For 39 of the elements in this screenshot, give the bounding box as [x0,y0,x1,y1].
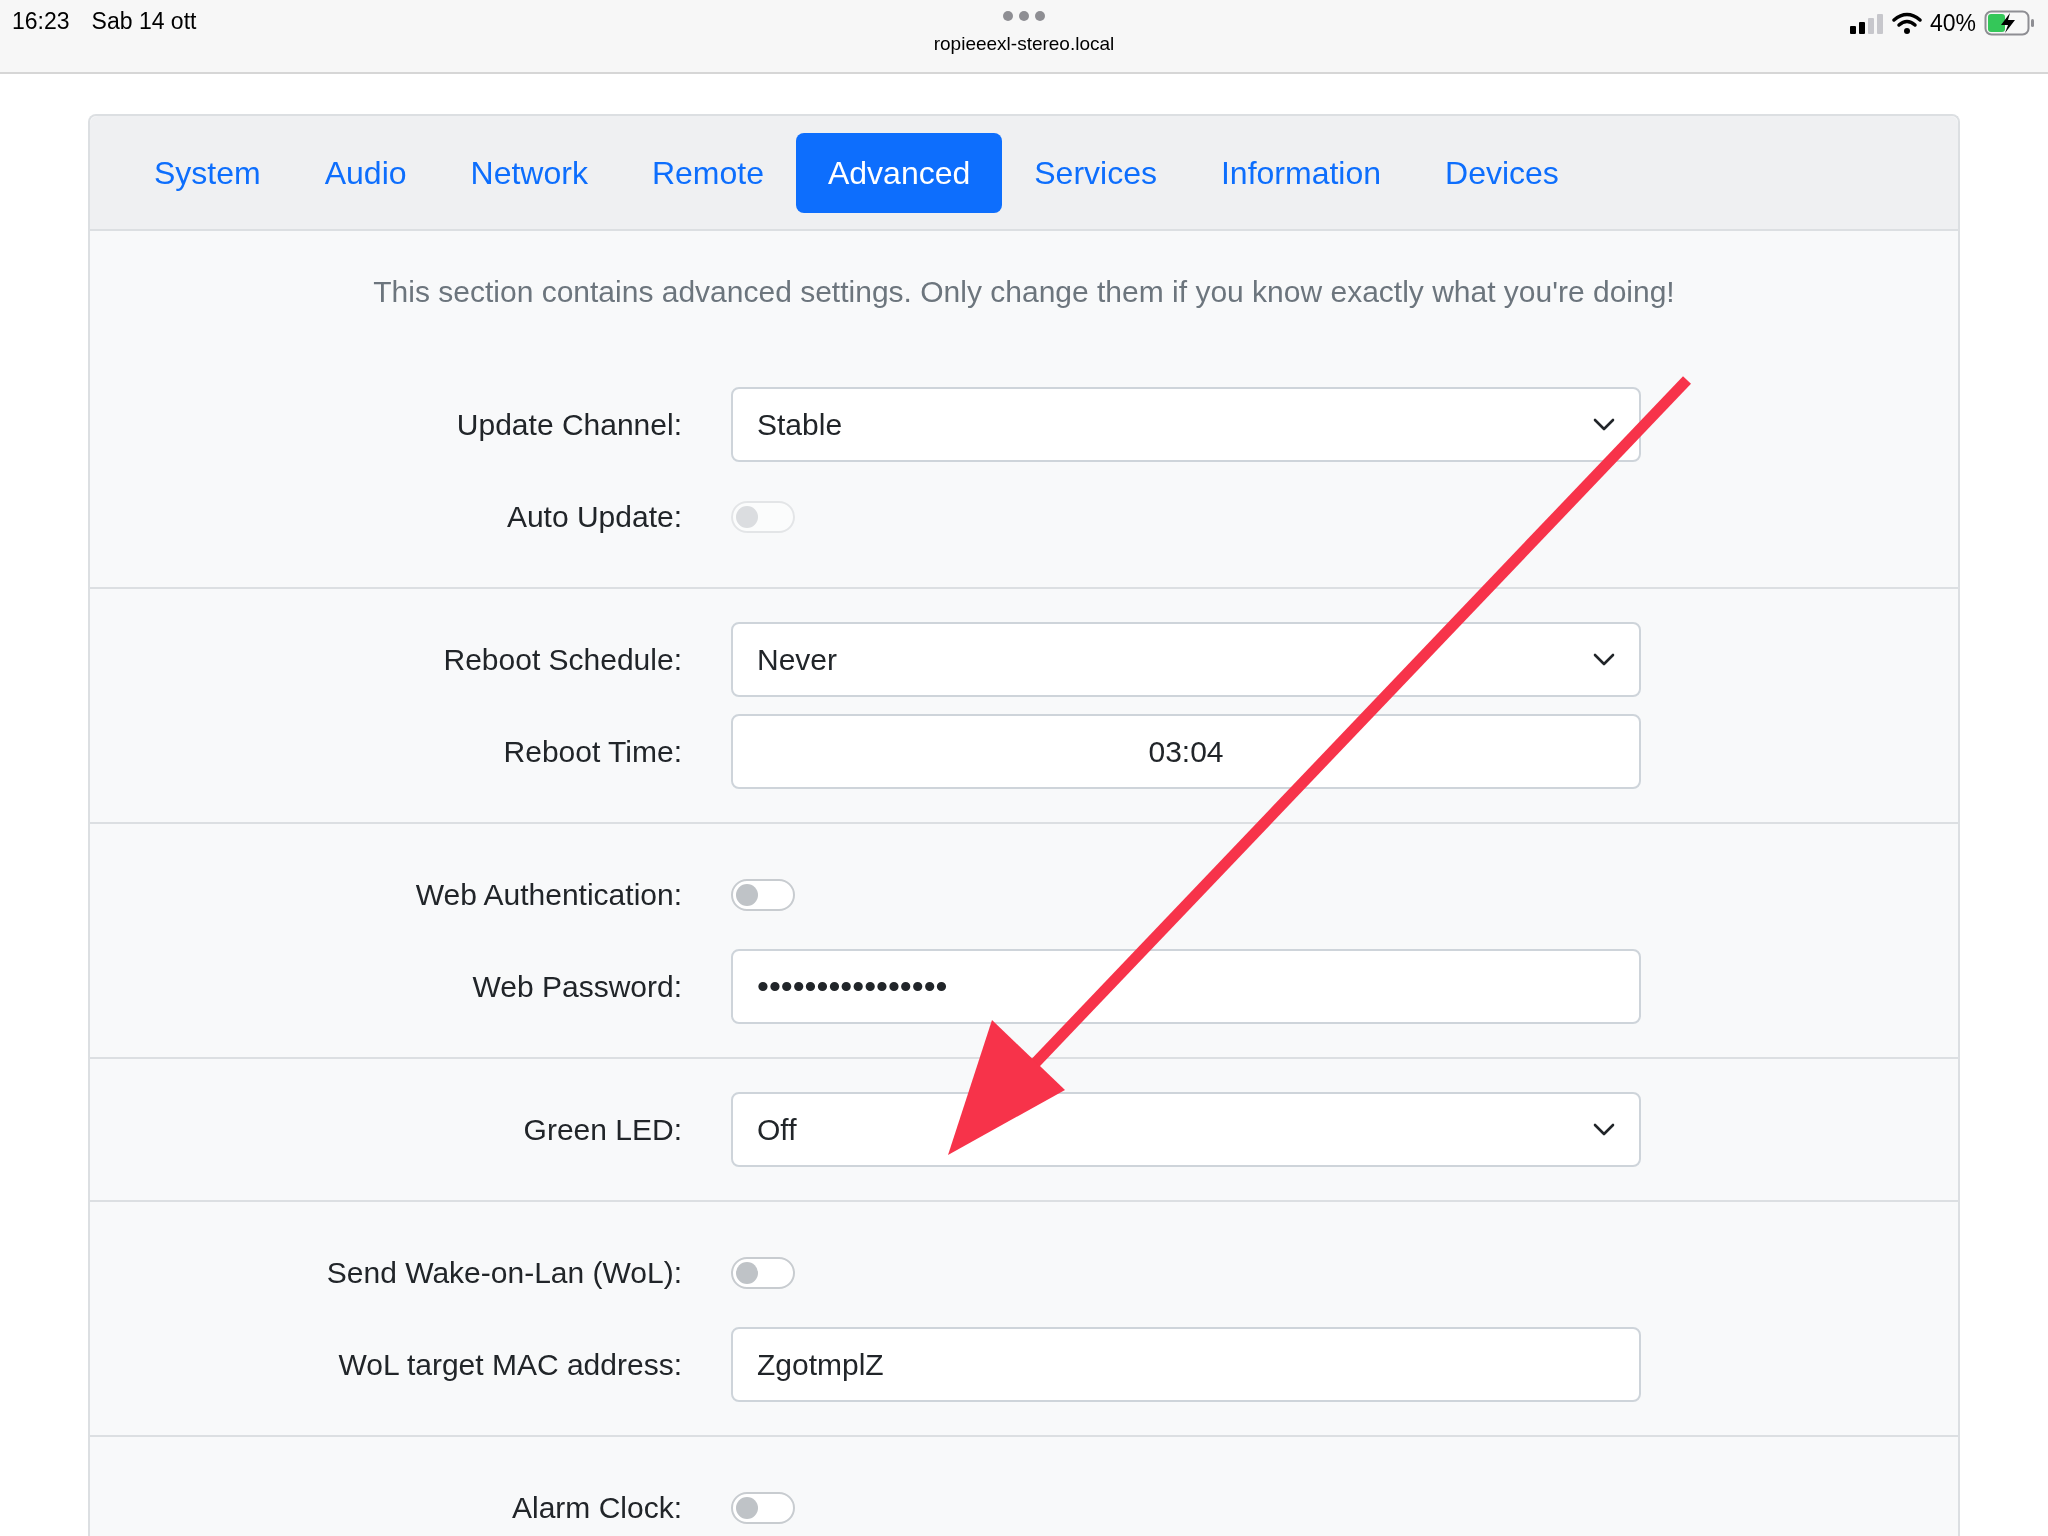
chevron-down-icon [1593,652,1615,667]
toggle-switch[interactable] [731,1491,795,1524]
password-input-field[interactable]: •••••••••••••••• [731,949,1641,1024]
text-input-field[interactable]: ZgotmplZ [731,1327,1641,1402]
dropdown-select[interactable]: Off [731,1092,1641,1167]
time-input-field[interactable]: 03:04 [731,714,1641,789]
chevron-down-icon [1593,417,1615,432]
tab[interactable]: Network [438,132,620,213]
field-label: Web Authentication: [415,877,682,913]
tab[interactable]: Audio [292,132,439,213]
field-label: Alarm Clock: [511,1490,682,1526]
dropdown-select[interactable]: Never [731,622,1641,697]
tab[interactable]: Information [1188,132,1414,213]
more-dots-icon[interactable] [1002,10,1046,22]
field-label: Green LED: [523,1112,682,1148]
dropdown-select[interactable]: Stable [731,387,1641,462]
tab[interactable]: Remote [619,132,796,213]
chevron-down-icon [1593,1122,1615,1137]
field-label: Web Password: [472,969,682,1005]
tab[interactable]: System [122,132,293,213]
intro-text: This section contains advanced settings. Only change them if you know exactly what you're doing! [372,274,1676,310]
signal-icon [1847,12,1884,35]
tab[interactable]: Devices [1413,132,1591,213]
url-text[interactable]: ropieeexl-stereo.local [933,30,1115,59]
battery-percent: 40% [1929,9,1976,38]
field-label: WoL target MAC address: [338,1347,682,1383]
status-date: Sab 14 ott [91,7,197,36]
field-label: Update Channel: [456,407,682,443]
wifi-icon [1891,12,1922,35]
field-label: Reboot Schedule: [443,642,682,678]
battery-charging-icon [1984,10,2036,37]
tab[interactable]: Services [1002,132,1189,213]
tab[interactable]: Advanced [795,132,1003,213]
field-label: Send Wake-on-Lan (WoL): [326,1255,682,1291]
field-label: Reboot Time: [503,734,682,770]
field-label: Auto Update: [506,499,682,535]
status-time: 16:23 [12,7,70,36]
toggle-switch[interactable] [731,878,795,911]
toggle-switch[interactable] [731,1256,795,1289]
